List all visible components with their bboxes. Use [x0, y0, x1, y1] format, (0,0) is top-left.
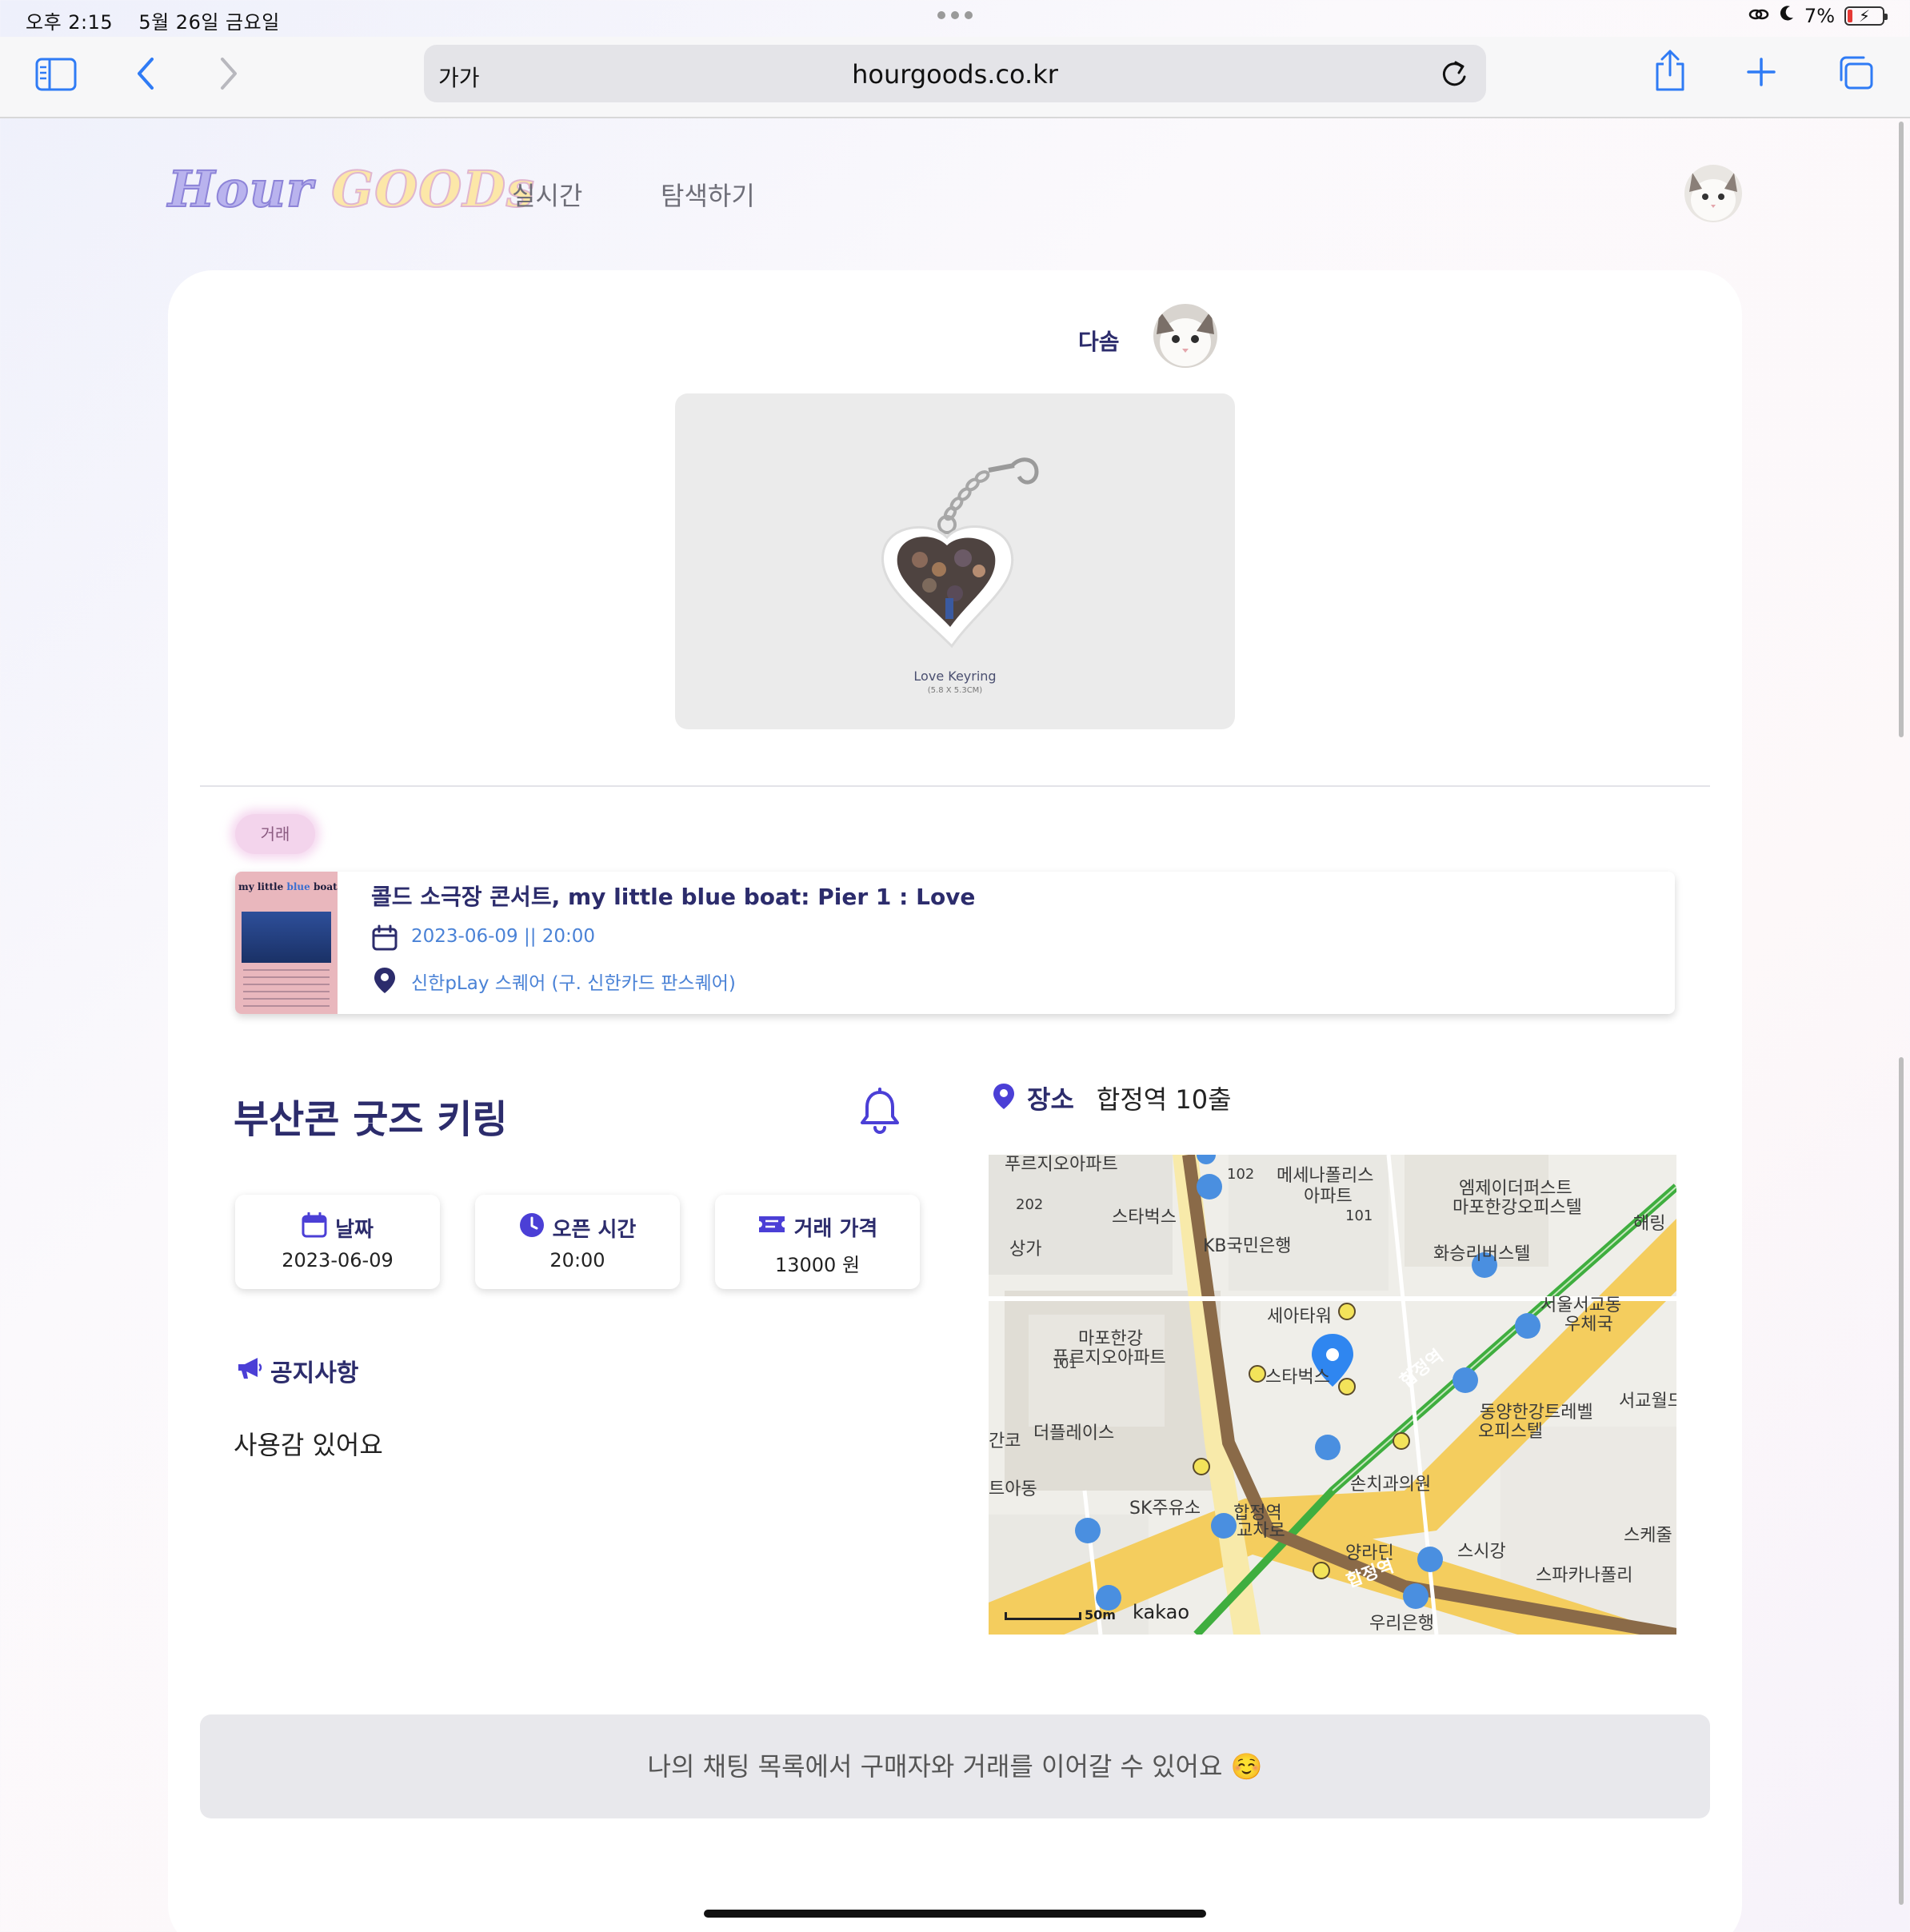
map-label: 202 — [1016, 1196, 1044, 1213]
date-value: 2023-06-09 — [282, 1249, 394, 1271]
seller-name[interactable]: 다솜 — [1078, 325, 1120, 357]
site-logo[interactable]: Hour GOODs — [167, 159, 535, 219]
open-time-value: 20:00 — [549, 1249, 605, 1271]
bell-icon[interactable] — [857, 1088, 902, 1139]
calendar-icon — [302, 1211, 327, 1243]
product-image[interactable]: Love Keyring (5.8 X 5.3CM) — [675, 393, 1235, 729]
home-indicator[interactable] — [704, 1910, 1206, 1918]
link-icon — [1748, 5, 1769, 27]
user-avatar[interactable] — [1684, 165, 1742, 222]
status-time: 오후 2:15 — [26, 11, 114, 34]
clock-icon — [519, 1212, 545, 1243]
ticket-icon — [757, 1213, 786, 1241]
location-pin-icon — [992, 1082, 1016, 1114]
logo-goods: GOODs — [330, 159, 535, 219]
battery-percent: 7% — [1804, 5, 1835, 27]
back-icon[interactable] — [134, 56, 157, 94]
forward-icon[interactable] — [218, 56, 240, 94]
map-label: 화승리버스텔 — [1433, 1244, 1531, 1264]
post-title: 부산콘 굿즈 키링 — [234, 1097, 508, 1142]
place-value: 합정역 10출 — [1096, 1084, 1232, 1115]
map-label: 101 — [1345, 1208, 1373, 1224]
multitask-dots-icon[interactable] — [937, 11, 973, 21]
event-poster: my little blue boat — [235, 872, 338, 1014]
product-caption: Love Keyring — [913, 669, 997, 684]
poster-text: my little — [238, 881, 284, 892]
calendar-icon — [371, 924, 398, 955]
poster-text-blue: blue — [286, 881, 310, 892]
map-scale-text: 50m — [1085, 1607, 1116, 1623]
open-time-label: 오픈 시간 — [552, 1218, 637, 1242]
map-label: 102 — [1227, 1166, 1255, 1183]
map-label: 아파트 — [1304, 1187, 1353, 1207]
notice-heading: 공지사항 — [235, 1353, 358, 1388]
map-label: 마포한강오피스텔 — [1452, 1198, 1582, 1218]
sidebar-icon[interactable] — [35, 58, 77, 94]
share-icon[interactable] — [1652, 48, 1688, 96]
battery-icon: ⚡ — [1844, 6, 1888, 26]
scrollbar-top[interactable] — [1899, 122, 1904, 737]
map-label: 푸르지오아파트 — [1005, 1155, 1118, 1175]
map-label: 상가 — [1009, 1239, 1042, 1259]
status-date: 5월 26일 금요일 — [138, 11, 280, 34]
map-scale: 50m — [1005, 1607, 1116, 1623]
place-label: 장소 — [1027, 1084, 1074, 1115]
browser-toolbar: 가가 hourgoods.co.kr — [0, 37, 1910, 118]
map-label: 간코 — [989, 1431, 1021, 1451]
url-text[interactable]: hourgoods.co.kr — [424, 59, 1486, 90]
map-label: 스파카나폴리 — [1536, 1566, 1633, 1586]
new-tab-icon[interactable] — [1745, 56, 1777, 91]
address-bar[interactable]: 가가 hourgoods.co.kr — [424, 45, 1486, 102]
map-label: 트아동 — [989, 1479, 1037, 1499]
map-label: 손치과의원 — [1350, 1475, 1432, 1495]
map-label: 스타벅스 — [1265, 1367, 1330, 1387]
poster-text-end: boat — [313, 881, 338, 892]
event-card[interactable]: my little blue boat 콜드 소극장 콘서트, my littl… — [235, 872, 1675, 1014]
map-label: 스시강 — [1457, 1542, 1506, 1562]
scrollbar-thumb[interactable] — [1899, 1057, 1904, 1905]
notice-body: 사용감 있어요 — [234, 1430, 383, 1460]
event-title[interactable]: 콜드 소극장 콘서트, my little blue boat: Pier 1 … — [371, 880, 975, 912]
price-box: 거래 가격 13000 원 — [715, 1195, 920, 1289]
location-pin-icon — [373, 966, 397, 998]
map-label: 오피스텔 — [1478, 1422, 1543, 1442]
tabs-icon[interactable] — [1836, 54, 1875, 94]
map-label: 세아타워 — [1267, 1307, 1332, 1327]
map-label: 101 — [1053, 1356, 1077, 1371]
map-label: 우체국 — [1564, 1315, 1613, 1335]
price-value: 13000 원 — [774, 1254, 861, 1276]
logo-hour: Hour — [167, 159, 314, 219]
notice-label: 공지사항 — [270, 1359, 359, 1387]
map-label: 해링 — [1633, 1214, 1666, 1234]
place-row: 장소 합정역 10출 — [992, 1080, 1232, 1116]
date-box: 날짜 2023-06-09 — [235, 1195, 440, 1289]
map-label: SK주유소 — [1129, 1499, 1201, 1519]
map-label: 더플레이스 — [1033, 1423, 1115, 1443]
price-label: 거래 가격 — [793, 1217, 878, 1241]
open-time-box: 오픈 시간 20:00 — [475, 1195, 680, 1289]
product-size: (5.8 X 5.3CM) — [927, 686, 983, 695]
map-label: KB국민은행 — [1203, 1236, 1292, 1256]
section-divider — [200, 785, 1710, 787]
event-date: 2023-06-09 || 20:00 — [411, 926, 596, 947]
nav-realtime[interactable]: 실시간 — [512, 176, 582, 213]
chat-guide-banner: 나의 채팅 목록에서 구매자와 거래를 이어갈 수 있어요 ☺️ — [200, 1714, 1710, 1818]
date-label: 날짜 — [335, 1218, 374, 1242]
reload-icon[interactable] — [1440, 58, 1468, 93]
map-label: 우리은행 — [1369, 1614, 1434, 1634]
status-bar: 오후 2:15 5월 26일 금요일 7% ⚡ — [0, 0, 1910, 37]
megaphone-icon — [235, 1355, 262, 1387]
map-label: 교차로 — [1237, 1521, 1285, 1541]
location-map[interactable]: 푸르지오아파트 102 메세나폴리스 아파트 엠제이더퍼스트 마포한강오피스텔 … — [989, 1155, 1676, 1635]
map-label: 서교월드 — [1619, 1391, 1676, 1411]
event-place: 신한pLay 스퀘어 (구. 신한카드 판스퀘어) — [411, 973, 736, 994]
moon-icon — [1779, 5, 1795, 27]
nav-explore[interactable]: 탐색하기 — [661, 176, 755, 213]
map-label: 스케줄 — [1624, 1526, 1672, 1546]
map-brand: kakao — [1133, 1601, 1190, 1623]
map-label: 스타벅스 — [1112, 1208, 1177, 1227]
seller-avatar[interactable] — [1153, 304, 1217, 368]
trade-tag: 거래 — [235, 814, 315, 854]
